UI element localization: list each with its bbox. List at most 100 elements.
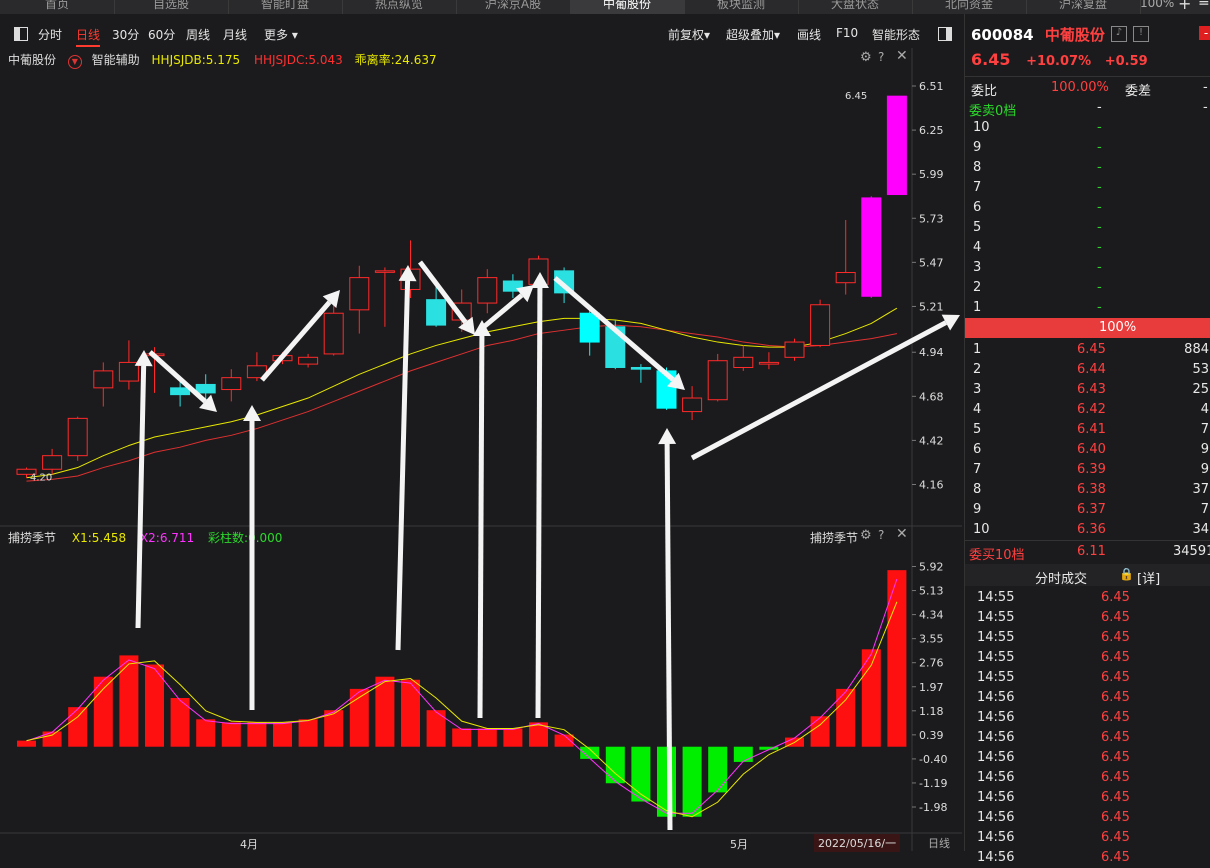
sub-tick-label: 3.55 (919, 633, 944, 646)
top-tab[interactable]: 自选股 (114, 0, 229, 14)
buy-level-row: 3 6.43 25 (965, 380, 1210, 400)
period-item[interactable]: 30分 (112, 26, 139, 43)
overlay-dropdown[interactable]: 超级叠加▾ (726, 26, 780, 43)
tick-time: 14:56 (977, 810, 1015, 825)
top-tab-bar: 首页 自选股 智能盯盘 热点纵览 沪深京A股 中葡股份 板块监测 大盘状态 北向资金 沪深复盘 (0, 0, 1210, 14)
tick-price: 6.45 (1101, 830, 1130, 845)
top-tab[interactable]: 沪深复盘 (1026, 0, 1141, 14)
candle-body (170, 387, 191, 396)
top-tab[interactable]: 沪深京A股 (456, 0, 571, 14)
period-item[interactable]: 周线 (186, 26, 210, 43)
tick-row: 14:55 6.45 (965, 608, 1210, 628)
sub-bar (17, 740, 36, 747)
buy-level-row: 6 6.40 9 (965, 440, 1210, 460)
period-item[interactable]: 60分 (148, 26, 175, 43)
period-readout: 日线 (928, 837, 950, 850)
candle-body (835, 272, 856, 284)
period-item[interactable]: 月线 (223, 26, 247, 43)
level-number: 6 (973, 200, 982, 215)
period-toolbar: 分时 日线 30分 60分 周线 月线 更多 ▾ 前复权▾ 超级叠加▾ 画线 F… (0, 20, 962, 48)
tick-price: 6.45 (1101, 730, 1130, 745)
tick-price: 6.45 (1101, 850, 1130, 865)
level-volume: 9 (1200, 442, 1209, 457)
level-volume: 25 (1192, 382, 1209, 397)
bell-icon[interactable]: ♪ (1111, 26, 1127, 42)
level-price: - (1097, 300, 1102, 315)
level-number: 7 (973, 462, 982, 477)
candle-body (323, 312, 344, 355)
candle-body (298, 356, 319, 365)
tick-price: 6.45 (1101, 810, 1130, 825)
sub-tick-label: -1.98 (919, 801, 947, 814)
top-tab[interactable]: 热点纵览 (342, 0, 457, 14)
buy-level-row: 8 6.38 37 (965, 480, 1210, 500)
sub-bar (426, 710, 446, 747)
sub-tick-label: 4.34 (919, 609, 944, 622)
sub-bar (708, 746, 728, 793)
tick-price: 6.45 (1101, 710, 1130, 725)
buy10-row: 委买10档 6.11 34591 (965, 542, 1210, 563)
kline-chart[interactable]: 6.51 6.25 5.99 5.73 5.47 5.21 4.94 4.68 4.42 4.16… (0, 48, 962, 851)
top-tab[interactable]: 中葡股份 (570, 0, 685, 14)
zoom-in-icon[interactable]: + (1178, 0, 1191, 13)
level-volume: 53 (1192, 362, 1209, 377)
buy-level-row: 4 6.42 4 (965, 400, 1210, 420)
lock-icon[interactable]: 🔒 (1119, 567, 1134, 581)
sell-value-2: - (1203, 100, 1208, 115)
candle-body (784, 341, 805, 358)
tick-price: 6.45 (1101, 670, 1130, 685)
level-number: 6 (973, 442, 982, 457)
add-button[interactable]: - (1199, 26, 1210, 40)
fuquan-dropdown[interactable]: 前复权▾ (668, 26, 710, 43)
ticks-label: 分时成交 (1035, 572, 1088, 587)
level-number: 2 (973, 280, 982, 295)
sell-level-row: 2- (965, 278, 1210, 298)
level-price: - (1097, 280, 1102, 295)
smart-pattern-button[interactable]: 智能形态 (872, 26, 920, 43)
candle-body (477, 277, 498, 304)
sell-level-row: 5- (965, 218, 1210, 238)
weicha-label: 委差 (1125, 84, 1152, 99)
x-tick-apr: 4月 (240, 838, 258, 851)
alert-icon[interactable]: ! (1133, 26, 1149, 42)
layout-toggle-icon[interactable] (14, 27, 28, 41)
sub-bar (196, 719, 216, 747)
ticks-detail-link[interactable]: [详] (1137, 568, 1160, 587)
top-tab[interactable]: 大盘状态 (798, 0, 913, 14)
level-price: - (1097, 140, 1102, 155)
level-number: 10 (973, 120, 990, 135)
level-volume: 7 (1200, 502, 1209, 517)
buy-level-row: 2 6.44 53 (965, 360, 1210, 380)
sub-bar (119, 655, 139, 747)
draw-line-button[interactable]: 画线 (797, 26, 821, 43)
level-number: 7 (973, 180, 982, 195)
tick-time: 14:56 (977, 830, 1015, 845)
top-tab[interactable]: 板块监测 (684, 0, 799, 14)
quote-panel: 600084 中葡股份 ♪ ! - 6.45 +10.07% +0.59 委比 … (964, 14, 1210, 865)
sub-bar (298, 719, 318, 747)
price-tick-label: 4.42 (919, 434, 944, 447)
price-tick-label: 4.68 (919, 390, 944, 403)
top-tab[interactable]: 智能盯盘 (228, 0, 343, 14)
tick-time: 14:56 (977, 790, 1015, 805)
level-price: 6.44 (1077, 362, 1106, 377)
candle-body (42, 455, 63, 470)
more-dropdown[interactable]: 更多 ▾ (264, 26, 298, 43)
level-volume: 9 (1200, 462, 1209, 477)
top-tab[interactable]: 北向资金 (912, 0, 1027, 14)
tick-price: 6.45 (1101, 770, 1130, 785)
sub-tick-label: 2.76 (919, 657, 944, 670)
period-item-active[interactable]: 日线 (76, 26, 101, 47)
menu-icon[interactable]: ≡ (1198, 0, 1210, 10)
candle-body (707, 360, 728, 401)
level-price: 6.40 (1077, 442, 1106, 457)
f10-button[interactable]: F10 (836, 26, 858, 40)
candle-body (733, 356, 754, 368)
panel-toggle-icon[interactable] (938, 27, 952, 41)
period-item[interactable]: 分时 (38, 26, 62, 43)
top-tab[interactable]: 首页 (0, 0, 115, 14)
annotation-arrow (530, 272, 549, 719)
buy-level-row: 5 6.41 7 (965, 420, 1210, 440)
level-volume: 4 (1200, 402, 1209, 417)
level-price: - (1097, 220, 1102, 235)
